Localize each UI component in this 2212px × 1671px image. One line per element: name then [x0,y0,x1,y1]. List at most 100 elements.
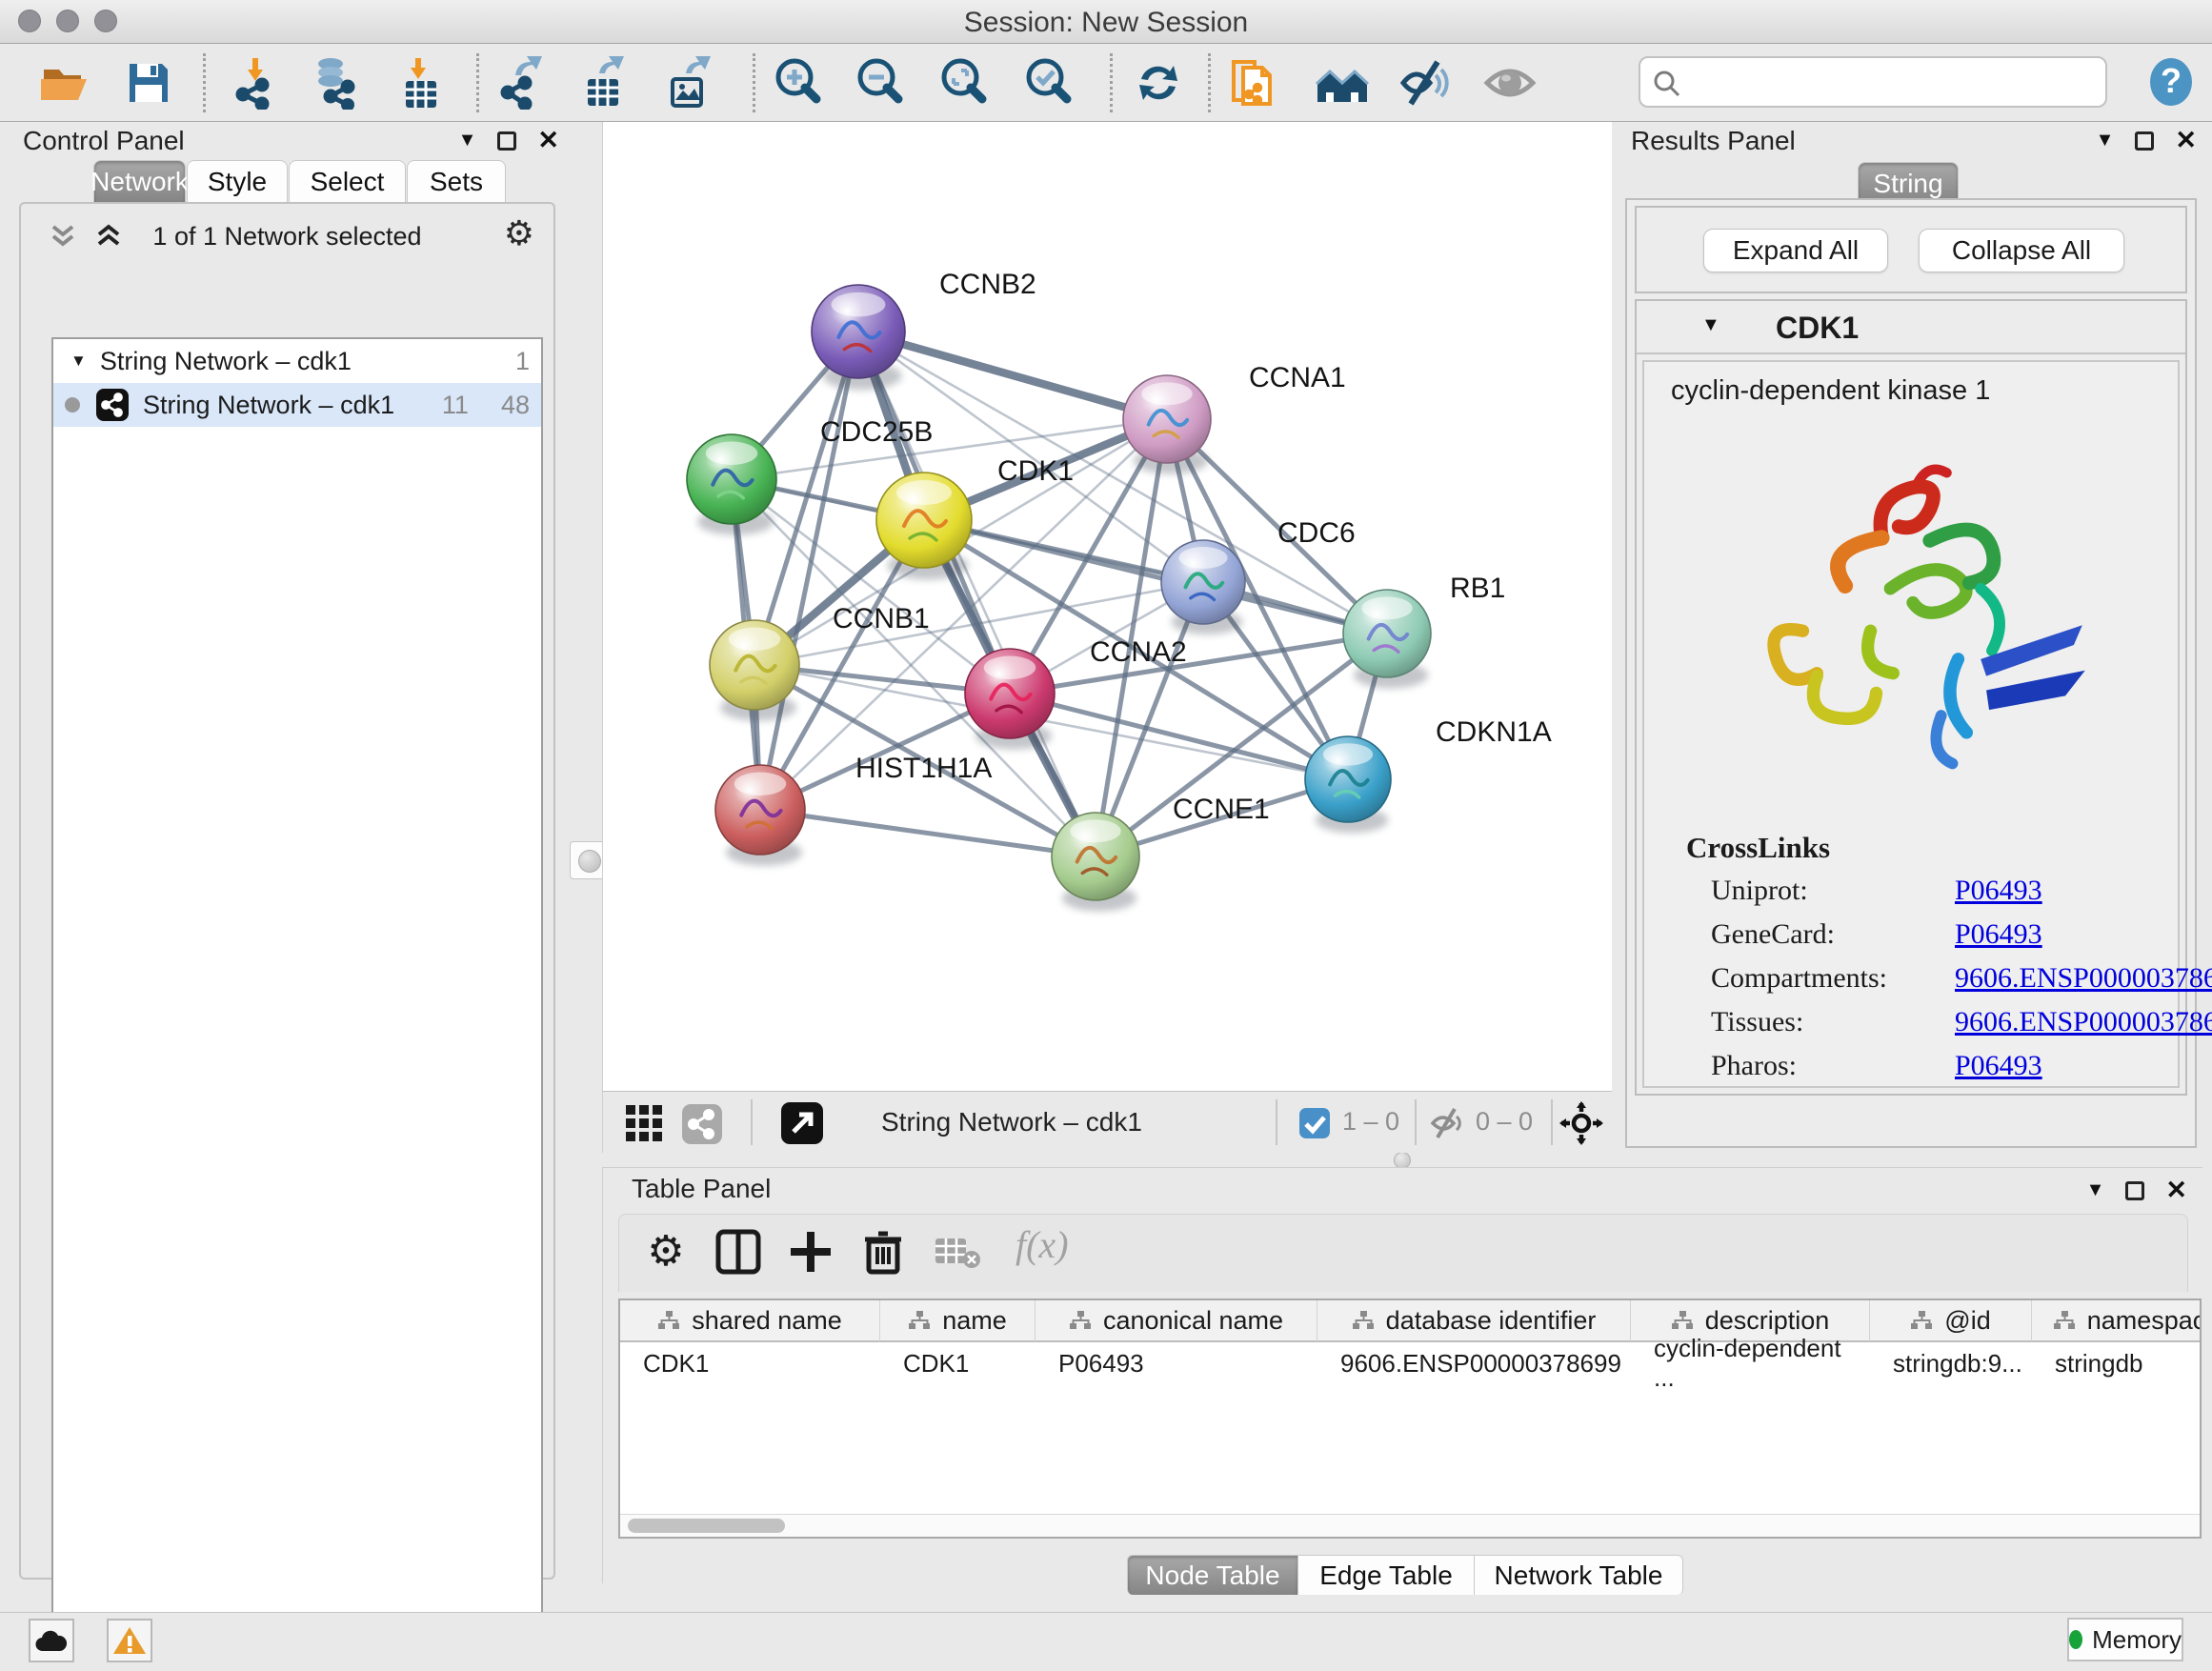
crosslink-link[interactable]: P06493 [1955,1050,2042,1082]
column-header-name[interactable]: name [880,1300,1036,1342]
open-session-button[interactable] [38,56,91,110]
network-node-CDKN1A[interactable]: CDKN1A [1305,716,1552,833]
import-database-button[interactable] [310,56,363,110]
zoom-in-button[interactable] [772,56,825,110]
network-node-HIST1H1A[interactable]: HIST1H1A [715,753,992,866]
table-cell[interactable]: 9606.ENSP00000378699 [1340,1344,1627,1382]
export-network-button[interactable] [496,56,550,110]
delete-column-trash-icon[interactable] [859,1228,907,1276]
column-header--id[interactable]: @id [1870,1300,2032,1342]
close-panel-icon[interactable]: ✕ [537,126,559,155]
close-panel-icon[interactable]: ✕ [2175,126,2197,155]
function-builder-icon[interactable]: f(x) [1016,1222,1069,1267]
network-edge[interactable] [858,332,1167,419]
gene-entry-header[interactable]: ▼ CDK1 [1637,301,2185,354]
collapse-panel-icon[interactable]: ▼ [2096,130,2115,151]
collapse-panel-icon[interactable]: ▼ [2086,1179,2105,1201]
table-cell[interactable]: CDK1 [903,1344,1032,1382]
column-header-database-identifier[interactable]: database identifier [1317,1300,1631,1342]
export-table-button[interactable] [578,56,632,110]
crosslink-link[interactable]: P06493 [1955,875,2042,907]
tab-node-table[interactable]: Node Table [1127,1555,1297,1595]
tab-sets[interactable]: Sets [407,160,506,202]
network-node-CCNA2[interactable]: CCNA2 [965,636,1187,750]
table-horizontal-scrollbar[interactable] [620,1514,2200,1537]
tab-network-table[interactable]: Network Table [1474,1555,1683,1595]
import-table-button[interactable] [394,56,448,110]
network-row[interactable]: String Network – cdk1 11 48 [53,383,541,427]
float-panel-icon[interactable] [2125,1181,2144,1200]
hide-graphics-button[interactable] [1399,56,1453,110]
export-image-button[interactable] [663,56,716,110]
tab-select[interactable]: Select [289,160,406,202]
network-graph: CCNB2CCNA1CDC25BCDK1CDC6RB1CCNB1CCNA2CDK… [603,122,1613,1091]
detach-view-icon[interactable] [780,1101,824,1145]
collapse-panel-icon[interactable]: ▼ [458,130,477,151]
table-cell[interactable]: CDK1 [643,1344,876,1382]
toolbar-separator [1208,53,1211,112]
expand-all-button[interactable]: Expand All [1703,229,1888,272]
zoom-fit-button[interactable] [937,56,991,110]
expand-collapse-bar: Expand All Collapse All [1635,206,2187,293]
table-cell[interactable]: stringdb [2055,1344,2202,1382]
network-collection-row[interactable]: ▼ String Network – cdk1 1 [53,339,541,383]
network-node-CCNA1[interactable]: CCNA1 [1123,362,1346,474]
save-session-button[interactable] [122,56,175,110]
table-cell[interactable]: stringdb:9... [1893,1344,2028,1382]
network-view-canvas[interactable]: CCNB2CCNA1CDC25BCDK1CDC6RB1CCNB1CCNA2CDK… [602,122,1612,1091]
table-cell[interactable]: cyclin-dependent ... [1654,1344,1866,1382]
toolbar-separator [1551,1099,1553,1145]
column-header-shared-name[interactable]: shared name [620,1300,880,1342]
attribute-type-icon [1671,1310,1694,1331]
search-field[interactable] [1639,56,2107,108]
selected-checkbox-icon[interactable] [1298,1107,1331,1139]
network-tab-body: 1 of 1 Network selected ⚙ ▼ String Netwo… [19,202,555,1580]
float-panel-icon[interactable] [2135,131,2154,151]
network-node-RB1[interactable]: RB1 [1343,573,1505,689]
crosslink-link[interactable]: P06493 [1955,918,2042,951]
refresh-layout-button[interactable] [1132,56,1185,110]
help-button[interactable]: ? [2145,56,2197,108]
pan-crosshair-icon[interactable] [1559,1101,1603,1145]
toolbar-separator [751,1099,753,1145]
delete-table-icon[interactable] [934,1228,981,1276]
add-column-icon[interactable] [787,1228,835,1276]
tab-edge-table[interactable]: Edge Table [1297,1555,1474,1595]
scrollbar-thumb[interactable] [628,1519,785,1533]
duplicate-network-button[interactable] [1228,56,1281,110]
cloud-icon [34,1628,69,1653]
gene-entry-panel: ▼ CDK1 cyclin-dependent kinase 1 [1635,299,2187,1096]
entry-caret-icon[interactable]: ▼ [1701,314,1720,336]
crosslink-link[interactable]: 9606.ENSP00000378699 [1955,1006,2212,1038]
table-cell[interactable]: P06493 [1058,1344,1314,1382]
houses-button[interactable] [1316,56,1369,110]
tree-caret-icon[interactable]: ▼ [70,352,87,371]
tab-style[interactable]: Style [187,160,288,202]
collection-label: String Network – cdk1 [100,347,352,376]
network-node-CCNE1[interactable]: CCNE1 [1052,794,1270,912]
show-graphics-button[interactable] [1483,56,1537,110]
memory-button[interactable]: Memory [2067,1618,2183,1661]
network-edge[interactable] [760,332,858,810]
import-network-button[interactable] [230,56,283,110]
float-panel-icon[interactable] [497,131,516,151]
column-header-namespace[interactable]: namespace [2032,1300,2202,1342]
network-edge[interactable] [760,419,1167,810]
zoom-out-button[interactable] [854,56,907,110]
grid-view-icon[interactable] [624,1103,666,1145]
warnings-button[interactable] [107,1619,152,1662]
share-view-icon[interactable] [681,1103,723,1145]
cloud-button[interactable] [29,1619,74,1662]
collapse-all-button[interactable]: Collapse All [1919,229,2124,272]
show-columns-icon[interactable] [714,1228,762,1276]
column-header-canonical-name[interactable]: canonical name [1036,1300,1317,1342]
table-settings-gear-icon[interactable]: ⚙ [642,1228,690,1276]
close-panel-icon[interactable]: ✕ [2165,1176,2187,1205]
search-input[interactable] [1694,62,2094,102]
network-edge[interactable] [1010,634,1387,694]
network-edge[interactable] [760,810,1096,856]
tab-network[interactable]: Network [93,160,186,202]
crosslink-link[interactable]: 9606.ENSP00000378699 [1955,962,2212,995]
zoom-selected-button[interactable] [1022,56,1076,110]
network-options-gear-icon[interactable]: ⚙ [504,213,534,253]
